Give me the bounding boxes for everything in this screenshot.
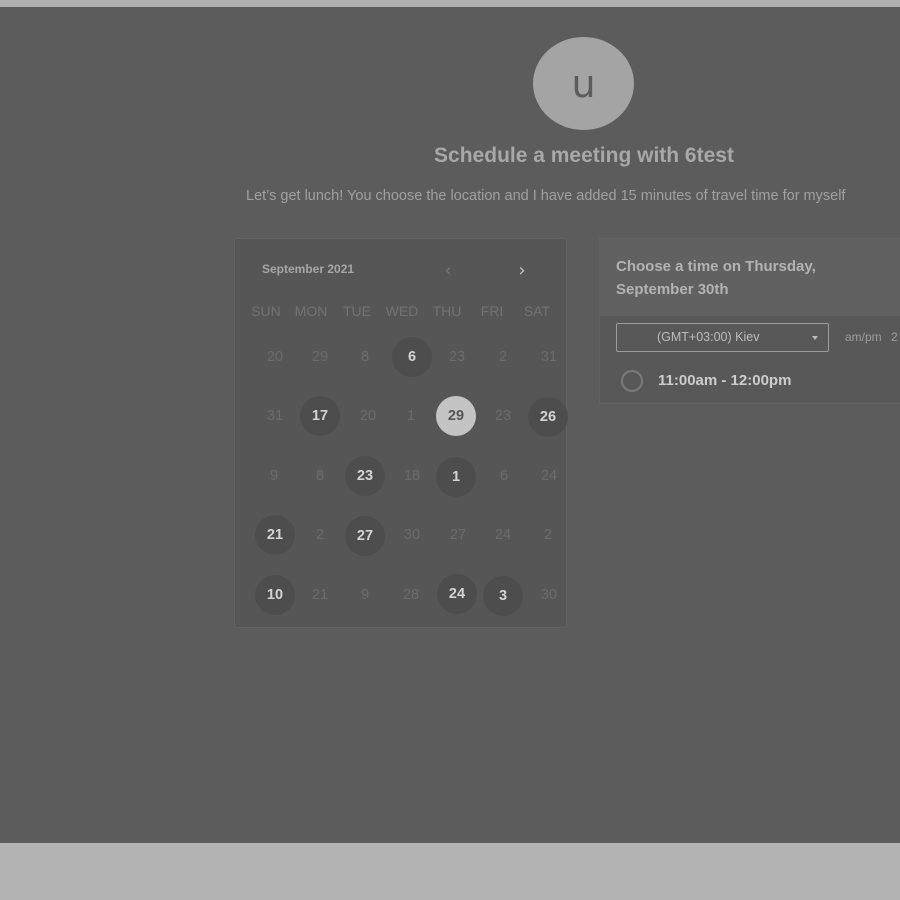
calendar-day: 20	[266, 349, 284, 365]
time-panel-title: Choose a time on Thursday, September 30t…	[616, 258, 816, 298]
calendar-day-available[interactable]: 24	[437, 574, 477, 614]
timezone-select[interactable]: (GMT+03:00) Kiev	[616, 323, 829, 352]
calendar-day-available[interactable]: 26	[528, 397, 568, 437]
time-panel-header: Choose a time on Thursday, September 30t…	[600, 239, 900, 316]
calendar-day: 20	[359, 408, 377, 424]
calendar-day-available[interactable]: 3	[483, 576, 523, 616]
calendar-day: 29	[311, 349, 329, 365]
calendar-day-available[interactable]: 1	[436, 457, 476, 497]
calendar-day: 2	[315, 527, 325, 543]
calendar-day: 31	[540, 349, 558, 365]
calendar-day-available[interactable]: 23	[345, 456, 385, 496]
scheduling-page: u Schedule a meeting with 6test Let’s ge…	[0, 7, 900, 843]
chevron-left-icon[interactable]: ‹	[439, 262, 457, 281]
time-slot-label: 11:00am - 12:00pm	[658, 372, 792, 389]
calendar-day: 27	[449, 527, 467, 543]
calendar-day-selected[interactable]: 29	[436, 396, 476, 436]
meeting-description: Let’s get lunch! You choose the location…	[246, 188, 846, 204]
calendar-day: 8	[315, 468, 325, 484]
top-strip	[0, 0, 900, 7]
caret-down-icon	[812, 336, 818, 340]
time-format-label: am/pm	[845, 330, 882, 344]
calendar-day: 6	[499, 468, 509, 484]
calendar-day-available[interactable]: 21	[255, 515, 295, 555]
radio-icon	[621, 370, 643, 392]
weekday-label-mon: MON	[294, 303, 328, 319]
weekday-label-fri: FRI	[480, 303, 504, 319]
calendar-day: 24	[540, 468, 558, 484]
weekday-label-sat: SAT	[523, 303, 551, 319]
weekday-label-thu: THU	[432, 303, 462, 319]
calendar-day-available[interactable]: 10	[255, 575, 295, 615]
weekday-label-wed: WED	[385, 303, 419, 319]
calendar-day: 30	[403, 527, 421, 543]
avatar-initial: u	[571, 61, 596, 106]
calendar-day: 23	[448, 349, 466, 365]
calendar-day: 9	[360, 587, 370, 603]
calendar-day: 30	[540, 587, 558, 603]
calendar-day-available[interactable]: 6	[392, 337, 432, 377]
calendar-day: 1	[406, 408, 416, 424]
calendar-day: 24	[494, 527, 512, 543]
time-slot[interactable]: 11:00am - 12:00pm	[616, 367, 900, 395]
time-format-toggle[interactable]: am/pm 2	[845, 330, 898, 344]
time-format-extra: 2	[891, 330, 898, 344]
date-picker-calendar: September 2021 ‹ › SUN MON TUE WED THU F…	[234, 238, 568, 628]
time-slot-panel: Choose a time on Thursday, September 30t…	[599, 238, 900, 404]
weekday-label-tue: TUE	[343, 303, 371, 319]
calendar-day: 9	[269, 468, 279, 484]
calendar-day: 21	[311, 587, 329, 603]
calendar-day: 2	[498, 349, 508, 365]
calendar-month-label: September 2021	[262, 262, 355, 276]
page-title: Schedule a meeting with 6test	[434, 144, 734, 167]
calendar-day: 28	[402, 587, 420, 603]
chevron-right-icon[interactable]: ›	[513, 262, 531, 281]
calendar-day: 23	[494, 408, 512, 424]
calendar-day: 31	[266, 408, 284, 424]
calendar-day: 18	[403, 468, 421, 484]
calendar-day-available[interactable]: 27	[345, 516, 385, 556]
timezone-value: (GMT+03:00) Kiev	[657, 330, 760, 344]
calendar-day: 2	[543, 527, 553, 543]
calendar-day: 8	[360, 349, 370, 365]
weekday-label-sun: SUN	[251, 303, 281, 319]
avatar: u	[533, 37, 634, 130]
calendar-day-available[interactable]: 17	[300, 396, 340, 436]
